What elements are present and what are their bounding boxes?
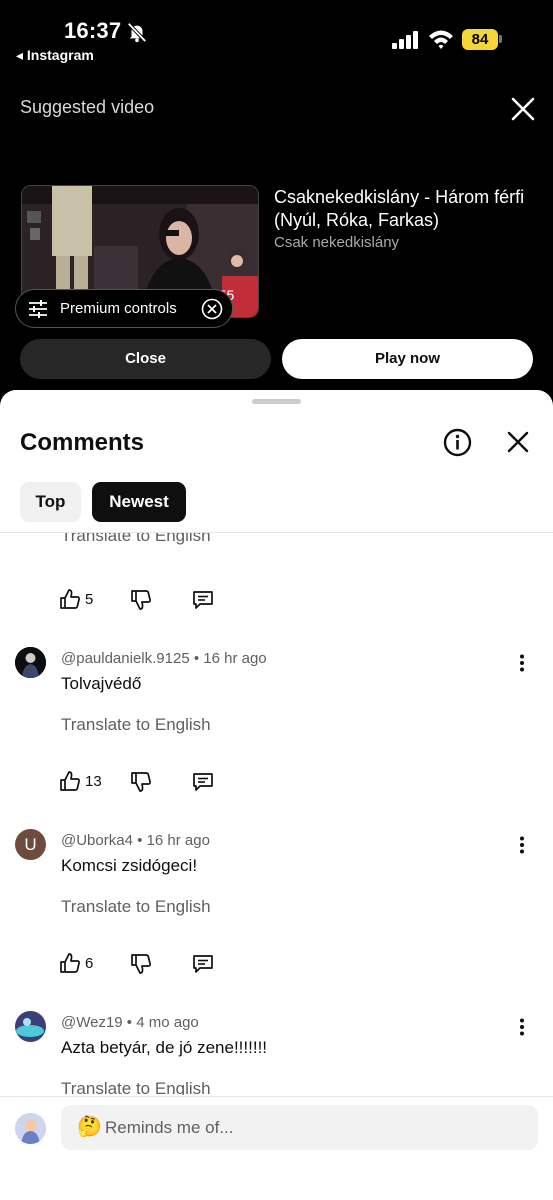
translate-link[interactable]: Translate to English <box>61 1079 211 1095</box>
avatar[interactable]: U <box>15 829 46 860</box>
comment-author[interactable]: @Wez19 <box>61 1014 123 1031</box>
premium-controls-chip[interactable]: Premium controls <box>15 289 233 328</box>
battery-nub <box>499 35 502 43</box>
dismiss-circle-icon[interactable] <box>201 298 223 320</box>
comment-time: 16 hr ago <box>203 650 267 667</box>
comment-text: Tolvajvédő <box>61 674 142 693</box>
video-channel[interactable]: Csak nekedkislány <box>274 234 399 251</box>
thumbs-down-icon[interactable] <box>130 771 152 793</box>
comment-actions: 6 <box>59 952 229 976</box>
translate-link[interactable]: Translate to English <box>61 897 211 917</box>
comment-actions: 13 <box>59 770 229 794</box>
bell-muted-icon <box>127 22 147 43</box>
suggested-video-label: Suggested video <box>20 97 155 117</box>
comment-list[interactable]: Translate to English 5 @pauldanielk.9125… <box>0 533 553 1095</box>
comment-time: 4 mo ago <box>136 1014 199 1031</box>
like-count: 13 <box>85 773 102 790</box>
video-title[interactable]: Csaknekedkislány - Három férfi (Nyúl, Ró… <box>274 186 544 232</box>
comment-meta: @Wez19 • 4 mo ago <box>61 1014 199 1031</box>
status-bar: 16:37 ◂ Instagram 84 <box>0 0 553 72</box>
comments-sheet: Comments Top Newest Translate to English… <box>0 390 553 1200</box>
thumbs-down-icon[interactable] <box>130 953 152 975</box>
thumbs-up-icon[interactable] <box>59 588 81 610</box>
status-time: 16:37 <box>64 18 122 43</box>
drag-handle[interactable] <box>252 399 301 404</box>
comment-author[interactable]: @Uborka4 <box>61 832 133 849</box>
filter-chip-top[interactable]: Top <box>20 482 81 522</box>
more-vert-icon[interactable] <box>518 836 526 854</box>
comments-title: Comments <box>20 429 145 456</box>
premium-controls-label: Premium controls <box>60 300 177 317</box>
comment-input-placeholder: Reminds me of... <box>105 1118 234 1137</box>
like-count: 6 <box>85 955 94 972</box>
info-icon[interactable] <box>443 428 472 457</box>
play-now-button[interactable]: Play now <box>282 339 533 379</box>
cellular-signal-icon <box>392 31 418 49</box>
comment-author[interactable]: @pauldanielk.9125 <box>61 650 190 667</box>
translate-link[interactable]: Translate to English <box>61 533 211 546</box>
comment-text: Azta betyár, de jó zene!!!!!!! <box>61 1038 268 1057</box>
person-avatar-icon <box>15 647 46 678</box>
close-icon[interactable] <box>506 430 530 454</box>
reply-icon[interactable] <box>192 771 214 793</box>
landscape-avatar-icon <box>15 1011 46 1042</box>
thumbs-up-icon[interactable] <box>59 770 81 792</box>
more-vert-icon[interactable] <box>518 1018 526 1036</box>
comment-time: 16 hr ago <box>146 832 210 849</box>
wifi-icon <box>429 30 453 49</box>
comment-input[interactable]: 🤔 Reminds me of... <box>61 1105 538 1150</box>
close-button[interactable]: Close <box>20 339 271 379</box>
back-to-app-link[interactable]: ◂ Instagram <box>16 47 94 64</box>
avatar[interactable] <box>15 647 46 678</box>
user-avatar-icon <box>15 1113 46 1144</box>
tune-icon <box>29 300 47 318</box>
user-avatar <box>15 1113 46 1144</box>
comment-input-bar: 🤔 Reminds me of... <box>0 1096 553 1200</box>
comment-meta: @Uborka4 • 16 hr ago <box>61 832 210 849</box>
comment-meta: @pauldanielk.9125 • 16 hr ago <box>61 650 267 667</box>
translate-link[interactable]: Translate to English <box>61 715 211 735</box>
like-count: 5 <box>85 591 94 608</box>
filter-chip-newest[interactable]: Newest <box>92 482 186 522</box>
close-icon[interactable] <box>510 96 536 122</box>
comment-text: Komcsi zsidógeci! <box>61 856 198 875</box>
more-vert-icon[interactable] <box>518 654 526 672</box>
battery-indicator: 84 <box>462 29 498 50</box>
reply-icon[interactable] <box>192 589 214 611</box>
avatar[interactable] <box>15 1011 46 1042</box>
reply-icon[interactable] <box>192 953 214 975</box>
comment-actions: 5 <box>59 588 229 612</box>
thumbs-up-icon[interactable] <box>59 952 81 974</box>
thinking-emoji-icon: 🤔 <box>77 1116 102 1138</box>
thumbs-down-icon[interactable] <box>130 589 152 611</box>
